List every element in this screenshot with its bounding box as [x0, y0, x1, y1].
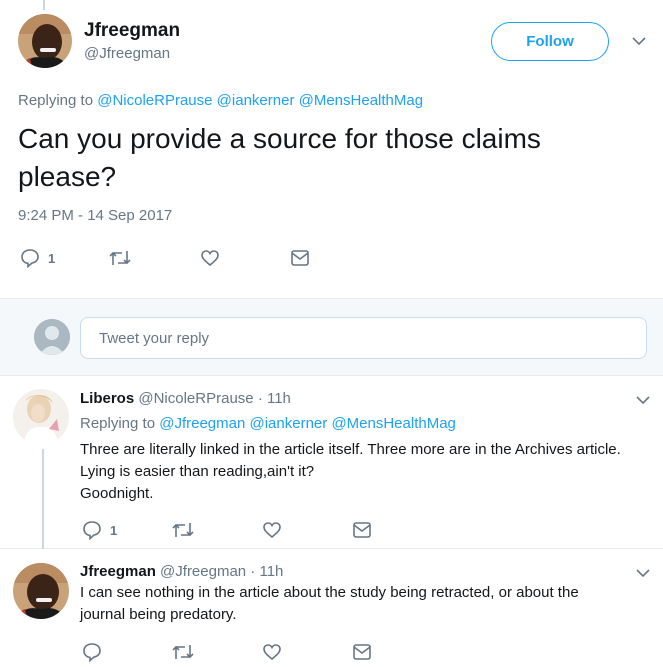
tweet-text-line: Three are literally linked in the articl…: [80, 441, 621, 458]
replying-to: Replying to @NicoleRPrause @iankerner @M…: [18, 92, 423, 109]
avatar: [34, 319, 70, 355]
reply-tweet: Liberos @NicoleRPrause · 11h Replying to…: [0, 377, 663, 549]
replying-prefix: Replying to: [80, 415, 156, 432]
reply-header: Jfreegman @Jfreegman · 11h: [80, 563, 283, 580]
reply-button[interactable]: 1: [82, 520, 117, 540]
message-icon: [353, 644, 371, 660]
like-icon: [263, 522, 281, 539]
author-handle[interactable]: @Jfreegman: [84, 45, 170, 62]
replying-prefix: Replying to: [18, 92, 94, 109]
author-handle[interactable]: @NicoleRPrause: [138, 390, 253, 407]
tweet-text-line: journal being predatory.: [80, 606, 237, 623]
like-button[interactable]: [200, 248, 220, 268]
reply-icon: [83, 521, 101, 540]
retweet-icon: [172, 645, 194, 659]
like-icon: [201, 250, 219, 267]
avatar[interactable]: [13, 563, 69, 619]
reply-button[interactable]: 1: [20, 248, 55, 268]
message-icon: [353, 522, 371, 538]
reply-tweet: Jfreegman @Jfreegman · 11h I can see not…: [0, 550, 663, 667]
author-name[interactable]: Liberos: [80, 390, 134, 407]
reply-time[interactable]: · 11h: [258, 390, 291, 407]
mention-link[interactable]: @MensHealthMag: [299, 92, 423, 109]
message-button[interactable]: [352, 643, 372, 661]
retweet-button[interactable]: [171, 642, 195, 662]
reply-icon: [21, 249, 39, 268]
retweet-icon: [172, 523, 194, 537]
retweet-button[interactable]: [108, 248, 132, 268]
message-icon: [291, 250, 309, 266]
reply-count: 1: [110, 522, 118, 538]
tweet-text: I can see nothing in the article about t…: [80, 582, 650, 626]
chevron-down-icon[interactable]: [636, 395, 650, 405]
timestamp[interactable]: 9:24 PM - 14 Sep 2017: [18, 207, 172, 224]
reply-button[interactable]: [82, 642, 102, 662]
reply-header: Liberos @NicoleRPrause · 11h: [80, 390, 291, 407]
chevron-down-icon[interactable]: [636, 568, 650, 578]
mention-link[interactable]: @iankerner: [217, 92, 295, 109]
reply-icon: [83, 643, 101, 662]
message-button[interactable]: [352, 521, 372, 539]
like-button[interactable]: [262, 520, 282, 540]
author-handle[interactable]: @Jfreegman: [160, 563, 246, 580]
retweet-button[interactable]: [171, 520, 195, 540]
main-tweet: Jfreegman @Jfreegman Follow Replying to …: [0, 0, 663, 298]
avatar[interactable]: [18, 14, 72, 68]
reply-composer: [0, 298, 663, 376]
like-icon: [263, 644, 281, 661]
reply-count: 1: [48, 250, 56, 266]
mention-link[interactable]: @iankerner: [250, 415, 328, 432]
retweet-icon: [109, 251, 131, 265]
author-name[interactable]: Jfreegman: [84, 20, 180, 42]
chevron-down-icon[interactable]: [632, 36, 646, 46]
tweet-text-line: Goodnight.: [80, 485, 154, 502]
avatar[interactable]: [13, 389, 69, 445]
mention-link[interactable]: @MensHealthMag: [331, 415, 455, 432]
tweet-text: Three are literally linked in the articl…: [80, 439, 650, 505]
like-button[interactable]: [262, 642, 282, 662]
mention-link[interactable]: @NicoleRPrause: [97, 92, 212, 109]
reply-input[interactable]: [80, 317, 647, 359]
tweet-text-line: I can see nothing in the article about t…: [80, 584, 579, 601]
follow-button[interactable]: Follow: [491, 22, 609, 61]
message-button[interactable]: [290, 249, 310, 267]
author-name[interactable]: Jfreegman: [80, 563, 156, 580]
reply-time[interactable]: · 11h: [250, 563, 283, 580]
tweet-text-line: Lying is easier than reading,ain't it?: [80, 463, 315, 480]
replying-to: Replying to @Jfreegman @iankerner @MensH…: [80, 415, 456, 432]
thread-line: [42, 449, 44, 549]
tweet-text: Can you provide a source for those claim…: [18, 123, 541, 192]
mention-link[interactable]: @Jfreegman: [159, 415, 245, 432]
